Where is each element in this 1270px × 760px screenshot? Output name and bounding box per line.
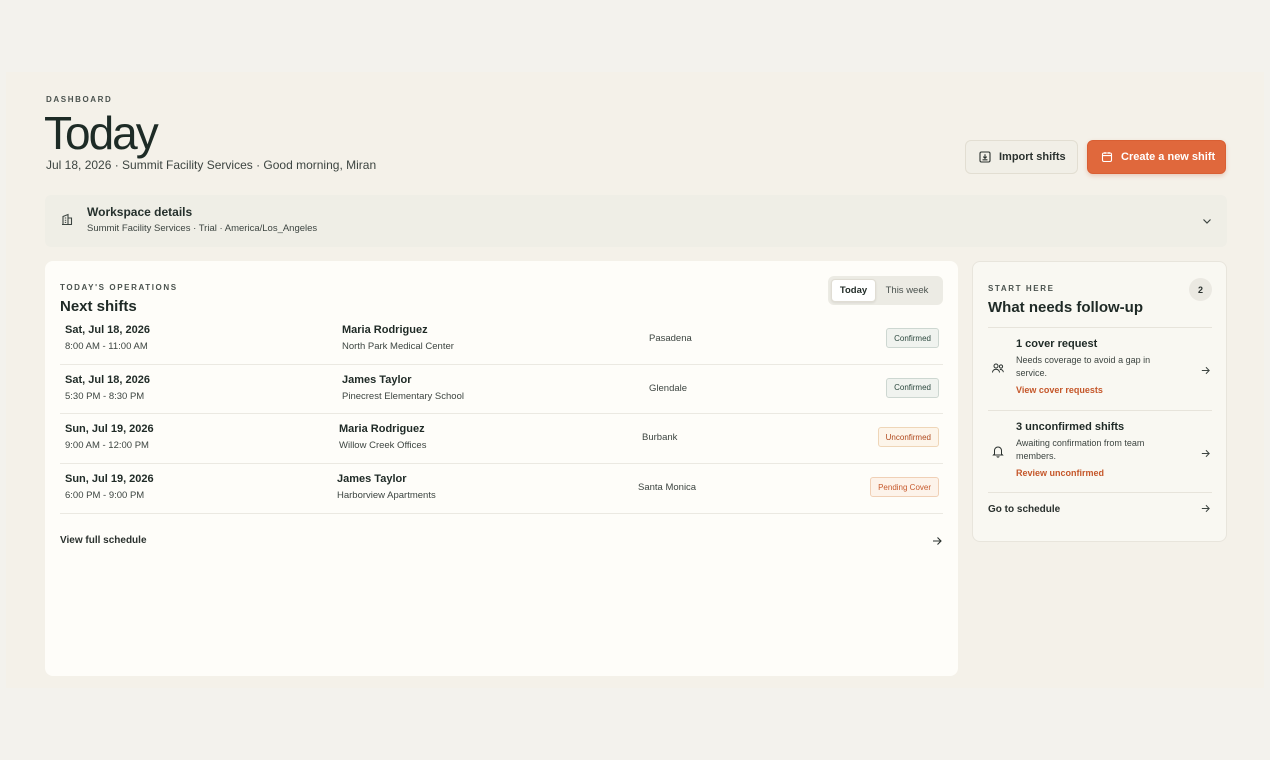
bell-icon: [991, 444, 1005, 463]
status-badge: Unconfirmed: [877, 427, 939, 448]
follow-up-card: START HERE What needs follow-up 2 1 cove…: [972, 261, 1227, 542]
shift-date: Sun, Jul 19, 2026: [65, 473, 154, 486]
create-shift-label: Create a new shift: [1121, 151, 1216, 163]
go-to-schedule-label: Go to schedule: [988, 504, 1061, 515]
follow-up-item-unconfirmed[interactable]: 3 unconfirmed shifts Awaiting confirmati…: [988, 410, 1212, 492]
page-eyebrow: DASHBOARD: [46, 95, 113, 104]
arrow-right-icon[interactable]: [1200, 363, 1211, 381]
arrow-right-icon: [1200, 503, 1211, 517]
view-full-schedule-link[interactable]: View full schedule: [60, 535, 943, 546]
shift-city: Glendale: [649, 382, 688, 394]
shift-person: Maria Rodriguez: [342, 324, 428, 336]
view-full-schedule-label: View full schedule: [60, 535, 147, 546]
follow-up-item-desc: Awaiting confirmation from team members.: [1016, 438, 1145, 461]
shift-site: Willow Creek Offices: [339, 440, 427, 452]
shift-time: 5:30 PM - 8:30 PM: [65, 390, 145, 402]
operations-title: Next shifts: [60, 298, 137, 315]
status-badge: Confirmed: [886, 377, 939, 398]
follow-up-item-desc: Needs coverage to avoid a gap in service…: [1016, 355, 1151, 378]
follow-up-title: What needs follow-up: [988, 299, 1143, 316]
import-shifts-label: Import shifts: [999, 151, 1066, 163]
follow-up-eyebrow: START HERE: [988, 284, 1055, 293]
shift-city: Santa Monica: [638, 482, 697, 494]
operations-eyebrow: TODAY'S OPERATIONS: [60, 283, 178, 292]
shift-date: Sun, Jul 19, 2026: [65, 423, 154, 436]
page-subtitle: Jul 18, 2026 · Summit Facility Services …: [46, 158, 377, 172]
workspace-subtitle: Summit Facility Services · Trial · Ameri…: [87, 223, 318, 234]
import-icon: [979, 151, 991, 163]
shift-city: Burbank: [642, 432, 678, 444]
table-row[interactable]: Sun, Jul 19, 2026 9:00 AM - 12:00 PM Mar…: [60, 414, 943, 465]
calendar-icon: [1101, 151, 1113, 163]
page-title: Today: [44, 107, 159, 159]
tab-today[interactable]: Today: [831, 279, 876, 302]
shift-list: Sat, Jul 18, 2026 8:00 AM - 11:00 AM Mar…: [60, 315, 943, 514]
workspace-details-panel[interactable]: Workspace details Summit Facility Servic…: [45, 195, 1227, 247]
table-row[interactable]: Sat, Jul 18, 2026 5:30 PM - 8:30 PM Jame…: [60, 365, 943, 415]
view-cover-requests-link[interactable]: View cover requests: [1016, 385, 1103, 395]
building-icon: [60, 212, 74, 231]
import-shifts-button[interactable]: Import shifts: [965, 140, 1078, 174]
shift-site: North Park Medical Center: [342, 341, 454, 352]
status-badge: Pending Cover: [870, 477, 939, 498]
shift-site: Pinecrest Elementary School: [342, 390, 464, 402]
shift-person: Maria Rodriguez: [339, 423, 425, 436]
shift-time: 9:00 AM - 12:00 PM: [65, 440, 149, 452]
review-unconfirmed-link[interactable]: Review unconfirmed: [1016, 468, 1104, 478]
tab-this-week[interactable]: This week: [876, 279, 938, 302]
range-toggle: Today This week: [828, 276, 943, 305]
next-shifts-card: TODAY'S OPERATIONS Next shifts Today Thi…: [45, 261, 958, 676]
users-icon: [991, 361, 1005, 380]
shift-date: Sat, Jul 18, 2026: [65, 324, 150, 336]
create-shift-button[interactable]: Create a new shift: [1087, 140, 1226, 174]
table-row[interactable]: Sat, Jul 18, 2026 8:00 AM - 11:00 AM Mar…: [60, 315, 943, 365]
follow-up-count-badge: 2: [1189, 278, 1212, 301]
go-to-schedule-link[interactable]: Go to schedule: [988, 492, 1212, 532]
workspace-title: Workspace details: [87, 205, 193, 219]
arrow-right-icon[interactable]: [1200, 446, 1211, 464]
arrow-right-icon: [931, 535, 943, 550]
shift-site: Harborview Apartments: [337, 490, 436, 502]
shift-person: James Taylor: [342, 373, 412, 386]
follow-up-item-title: 1 cover request: [1016, 338, 1098, 350]
follow-up-item-title: 3 unconfirmed shifts: [1016, 421, 1125, 433]
shift-person: James Taylor: [337, 473, 407, 486]
shift-date: Sat, Jul 18, 2026: [65, 373, 150, 386]
follow-up-item-cover[interactable]: 1 cover request Needs coverage to avoid …: [988, 327, 1212, 410]
chevron-down-icon[interactable]: [1201, 214, 1213, 232]
shift-time: 6:00 PM - 9:00 PM: [65, 490, 145, 502]
table-row[interactable]: Sun, Jul 19, 2026 6:00 PM - 9:00 PM Jame…: [60, 464, 943, 514]
status-badge: Confirmed: [886, 328, 939, 348]
shift-time: 8:00 AM - 11:00 AM: [65, 341, 148, 352]
shift-city: Pasadena: [649, 333, 692, 344]
